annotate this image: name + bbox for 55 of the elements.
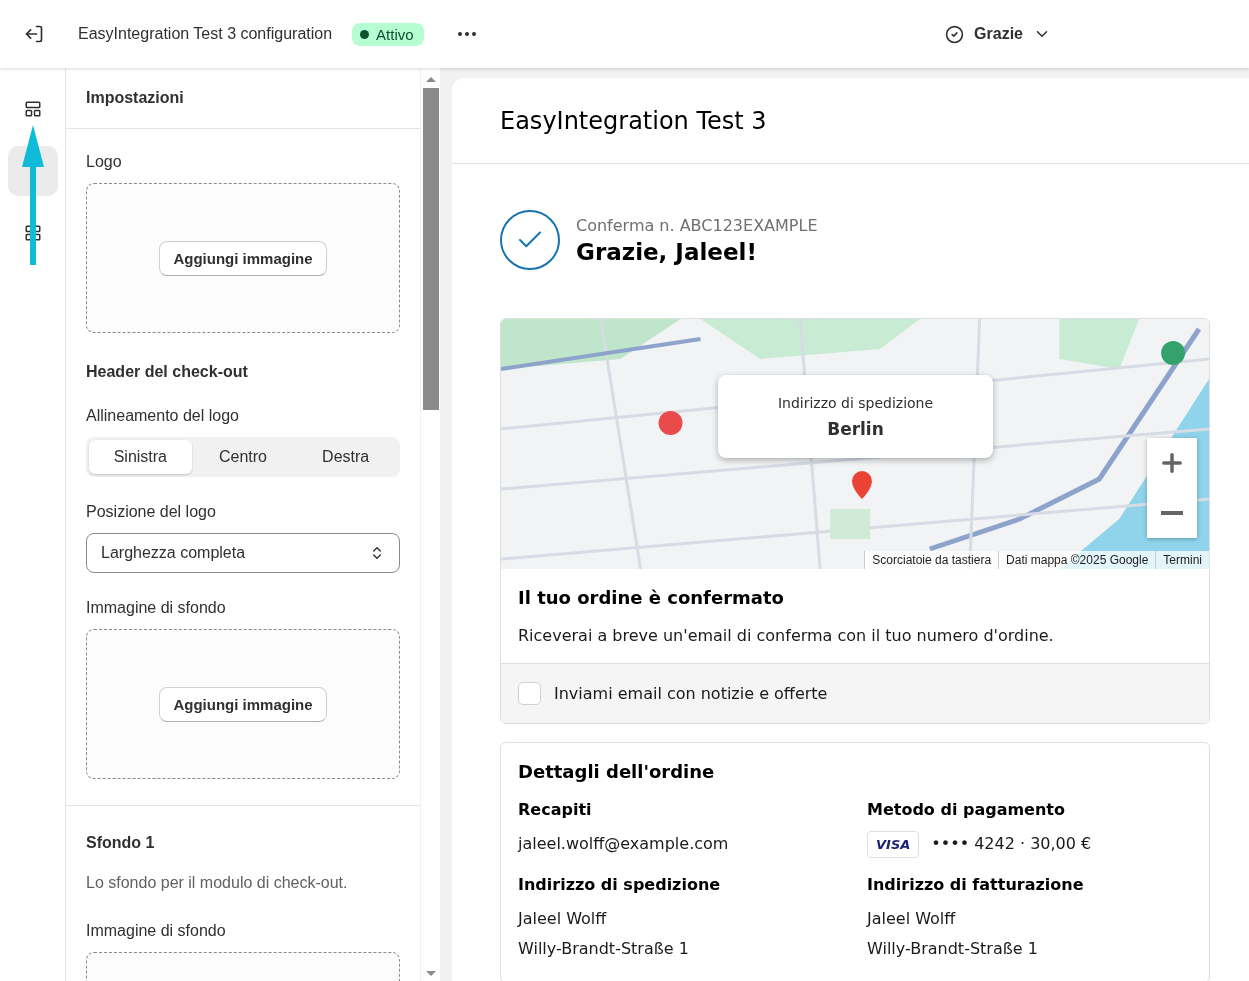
detail-heading: Recapiti <box>518 800 593 819</box>
field-label: Posizione del logo <box>86 503 217 521</box>
card-brand-logo: VISA <box>867 830 920 858</box>
confirmation-number: Conferma n. ABC123EXAMPLE <box>576 215 818 235</box>
detail-line: jaleel.wolff@example.com <box>518 833 730 855</box>
map-link[interactable]: Dati mappa ©2025 Google <box>998 551 1156 569</box>
upload-area[interactable]: Aggiungi immagine <box>86 629 400 779</box>
thank-you-heading: Grazie, Jaleel! <box>576 238 758 265</box>
minus-icon <box>1161 511 1183 515</box>
check-circle-icon <box>500 210 560 270</box>
sections-icon <box>23 100 42 118</box>
field-label: Immagine di sfondo <box>86 922 227 940</box>
segment-option[interactable]: Destra <box>294 440 397 474</box>
detail-line: Jaleel Wolff <box>867 908 957 930</box>
page-selector[interactable]: Grazie <box>941 20 1055 48</box>
segment-option[interactable]: Sinistra <box>89 440 192 474</box>
exit-icon <box>24 24 44 44</box>
select-field[interactable]: Larghezza completa <box>86 533 400 573</box>
add-image-button[interactable]: Aggiungi immagine <box>159 240 327 276</box>
upload-area[interactable]: Aggiungi immagine <box>86 183 400 333</box>
detail-line: Willy-Brandt-Straße 1 <box>867 938 1039 960</box>
segment-option[interactable]: Centro <box>191 440 295 474</box>
section-heading: Sfondo 1 <box>86 834 156 852</box>
map-link[interactable]: Scorciatoie da tastiera <box>864 551 999 569</box>
card-title: Dettagli dell'ordine <box>518 761 716 782</box>
detail-line: Jaleel Wolff <box>518 908 608 930</box>
section-heading: Header del check-out <box>86 363 249 381</box>
card-message: Riceverai a breve un'email di conferma con il tuo numero d'ordine. <box>518 626 1055 645</box>
grid-icon <box>23 224 42 242</box>
exit-button[interactable] <box>24 24 44 44</box>
checkbox[interactable] <box>518 682 541 705</box>
store-title: EasyIntegration Test 3 <box>500 106 767 135</box>
page-title: EasyIntegration Test 3 configuration <box>78 25 333 43</box>
checkbox-label: Inviami email con notizie e offerte <box>554 684 828 703</box>
zoom-in-button[interactable] <box>1147 438 1197 488</box>
add-image-button[interactable]: Aggiungi immagine <box>159 686 327 722</box>
detail-line: Willy-Brandt-Straße 1 <box>518 938 690 960</box>
detail-heading: Indirizzo di spedizione <box>518 875 722 894</box>
popup-label: Indirizzo di spedizione <box>777 394 934 411</box>
map-link[interactable]: Termini <box>1155 551 1209 569</box>
popup-city: Berlin <box>827 418 884 439</box>
detail-heading: Indirizzo di fatturazione <box>867 875 1085 894</box>
section-description: Lo sfondo per il modulo di check-out. <box>86 874 349 892</box>
zoom-out-button[interactable] <box>1147 488 1197 538</box>
detail-heading: Metodo di pagamento <box>867 800 1066 819</box>
card-title: Il tuo ordine è confermato <box>518 587 785 608</box>
field-label: Allineamento del logo <box>86 407 240 425</box>
payment-summary: •••• 4242 · 30,00 € <box>931 833 1092 855</box>
more-button[interactable] <box>457 32 476 36</box>
check-circle-icon <box>945 24 965 44</box>
status-badge: Attivo <box>352 22 424 46</box>
panel-title: Impostazioni <box>86 89 184 107</box>
more-icon <box>457 32 476 36</box>
field-label: Logo <box>86 153 123 171</box>
field-label: Immagine di sfondo <box>86 599 227 617</box>
